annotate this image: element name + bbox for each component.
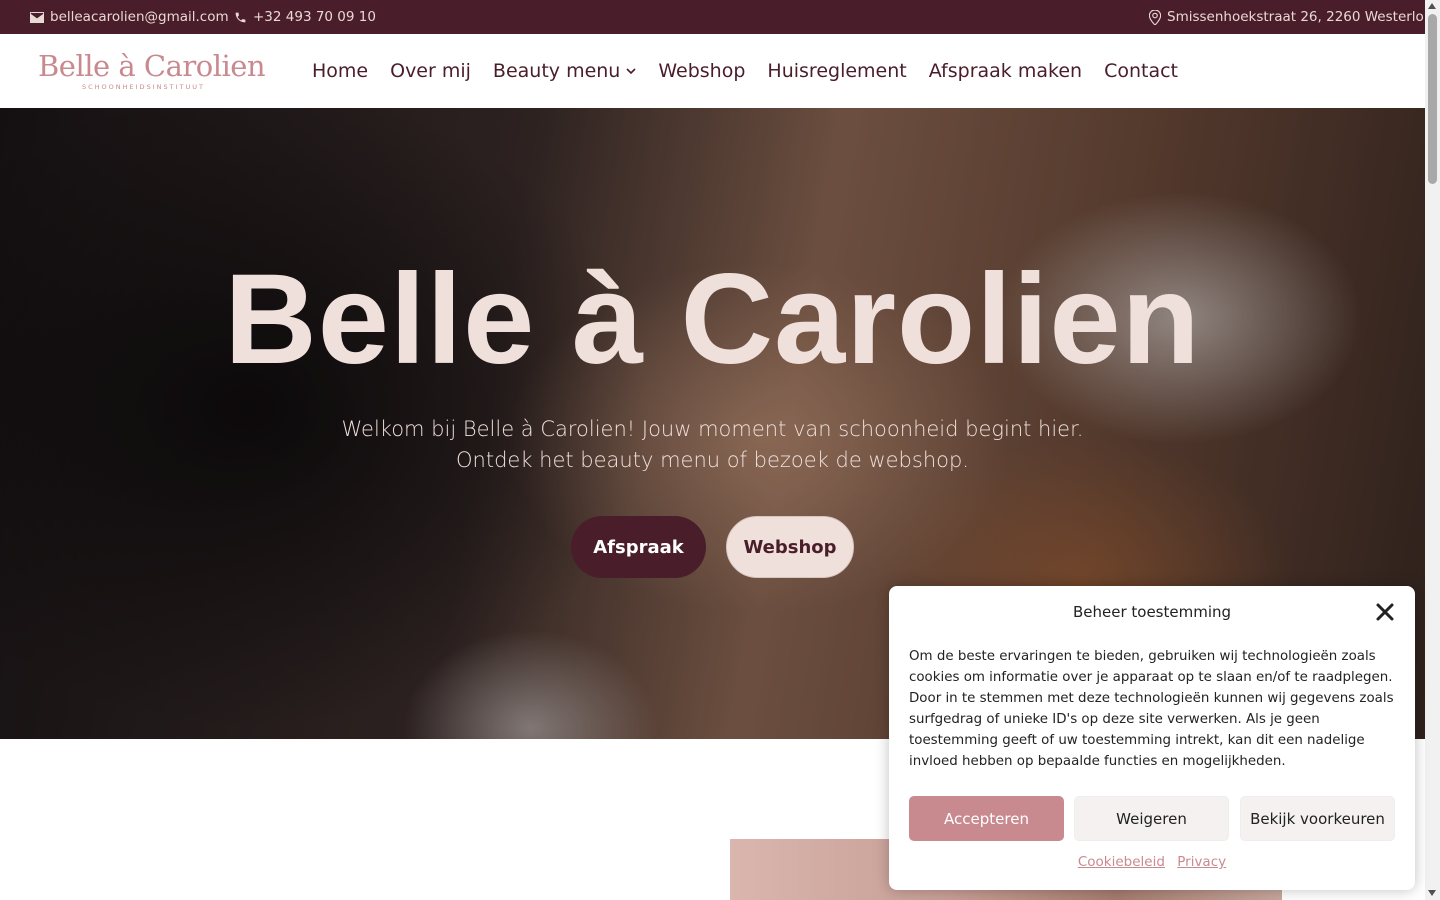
location-pin-icon bbox=[1149, 9, 1161, 25]
hero-title: Belle à Carolien bbox=[224, 248, 1201, 391]
scrollbar[interactable] bbox=[1425, 0, 1440, 900]
cookie-consent-dialog: Beheer toestemming Om de beste ervaringe… bbox=[889, 586, 1415, 890]
topbar-address-text: Smissenhoekstraat 26, 2260 Westerlo bbox=[1167, 9, 1424, 25]
topbar-email-text: belleacarolien@gmail.com bbox=[50, 9, 229, 25]
hero-subtitle: Welkom bij Belle à Carolien! Jouw moment… bbox=[0, 414, 1425, 476]
topbar-email[interactable]: belleacarolien@gmail.com bbox=[30, 0, 229, 34]
nav-huisreglement[interactable]: Huisreglement bbox=[767, 60, 906, 82]
afspraak-button[interactable]: Afspraak bbox=[571, 516, 706, 578]
chevron-down-icon bbox=[626, 67, 636, 74]
main-nav: Home Over mij Beauty menu Webshop Huisre… bbox=[312, 34, 1200, 108]
nav-over-mij[interactable]: Over mij bbox=[390, 60, 471, 82]
webshop-button[interactable]: Webshop bbox=[726, 516, 854, 578]
scroll-up-arrow-icon[interactable] bbox=[1428, 3, 1436, 9]
mail-icon bbox=[30, 11, 44, 23]
nav-contact[interactable]: Contact bbox=[1104, 60, 1178, 82]
top-bar: belleacarolien@gmail.com +32 493 70 09 1… bbox=[0, 0, 1425, 34]
hero-subtitle-line1: Welkom bij Belle à Carolien! Jouw moment… bbox=[341, 417, 1084, 441]
site-header: Belle à Carolien SCHOONHEIDSINSTITUUT Ho… bbox=[0, 34, 1425, 108]
privacy-link[interactable]: Privacy bbox=[1177, 854, 1226, 870]
accept-button[interactable]: Accepteren bbox=[909, 796, 1064, 841]
nav-home[interactable]: Home bbox=[312, 60, 368, 82]
cookie-links: Cookiebeleid Privacy bbox=[889, 854, 1415, 870]
cookie-text: Om de beste ervaringen te bieden, gebrui… bbox=[909, 649, 1394, 769]
preferences-button[interactable]: Bekijk voorkeuren bbox=[1240, 796, 1395, 841]
cookie-policy-link[interactable]: Cookiebeleid bbox=[1078, 854, 1165, 870]
topbar-phone-text: +32 493 70 09 10 bbox=[253, 9, 376, 25]
phone-icon bbox=[235, 12, 246, 22]
nav-beauty-menu-label: Beauty menu bbox=[492, 60, 621, 82]
nav-afspraak-maken[interactable]: Afspraak maken bbox=[929, 60, 1082, 82]
hero-subtitle-line2: Ontdek het beauty menu of bezoek de webs… bbox=[456, 448, 969, 472]
scrollbar-thumb[interactable] bbox=[1428, 14, 1437, 184]
cookie-title: Beheer toestemming bbox=[1072, 603, 1232, 621]
logo[interactable]: Belle à Carolien SCHOONHEIDSINSTITUUT bbox=[38, 48, 266, 98]
close-icon[interactable] bbox=[1375, 602, 1395, 622]
logo-subtitle: SCHOONHEIDSINSTITUUT bbox=[82, 83, 205, 91]
deny-button[interactable]: Weigeren bbox=[1074, 796, 1229, 841]
nav-webshop[interactable]: Webshop bbox=[658, 60, 745, 82]
scroll-down-arrow-icon[interactable] bbox=[1428, 890, 1436, 896]
logo-text: Belle à Carolien bbox=[38, 49, 266, 83]
nav-beauty-menu[interactable]: Beauty menu bbox=[493, 60, 636, 82]
topbar-address[interactable]: Smissenhoekstraat 26, 2260 Westerlo bbox=[1149, 0, 1424, 34]
topbar-phone[interactable]: +32 493 70 09 10 bbox=[234, 0, 376, 34]
